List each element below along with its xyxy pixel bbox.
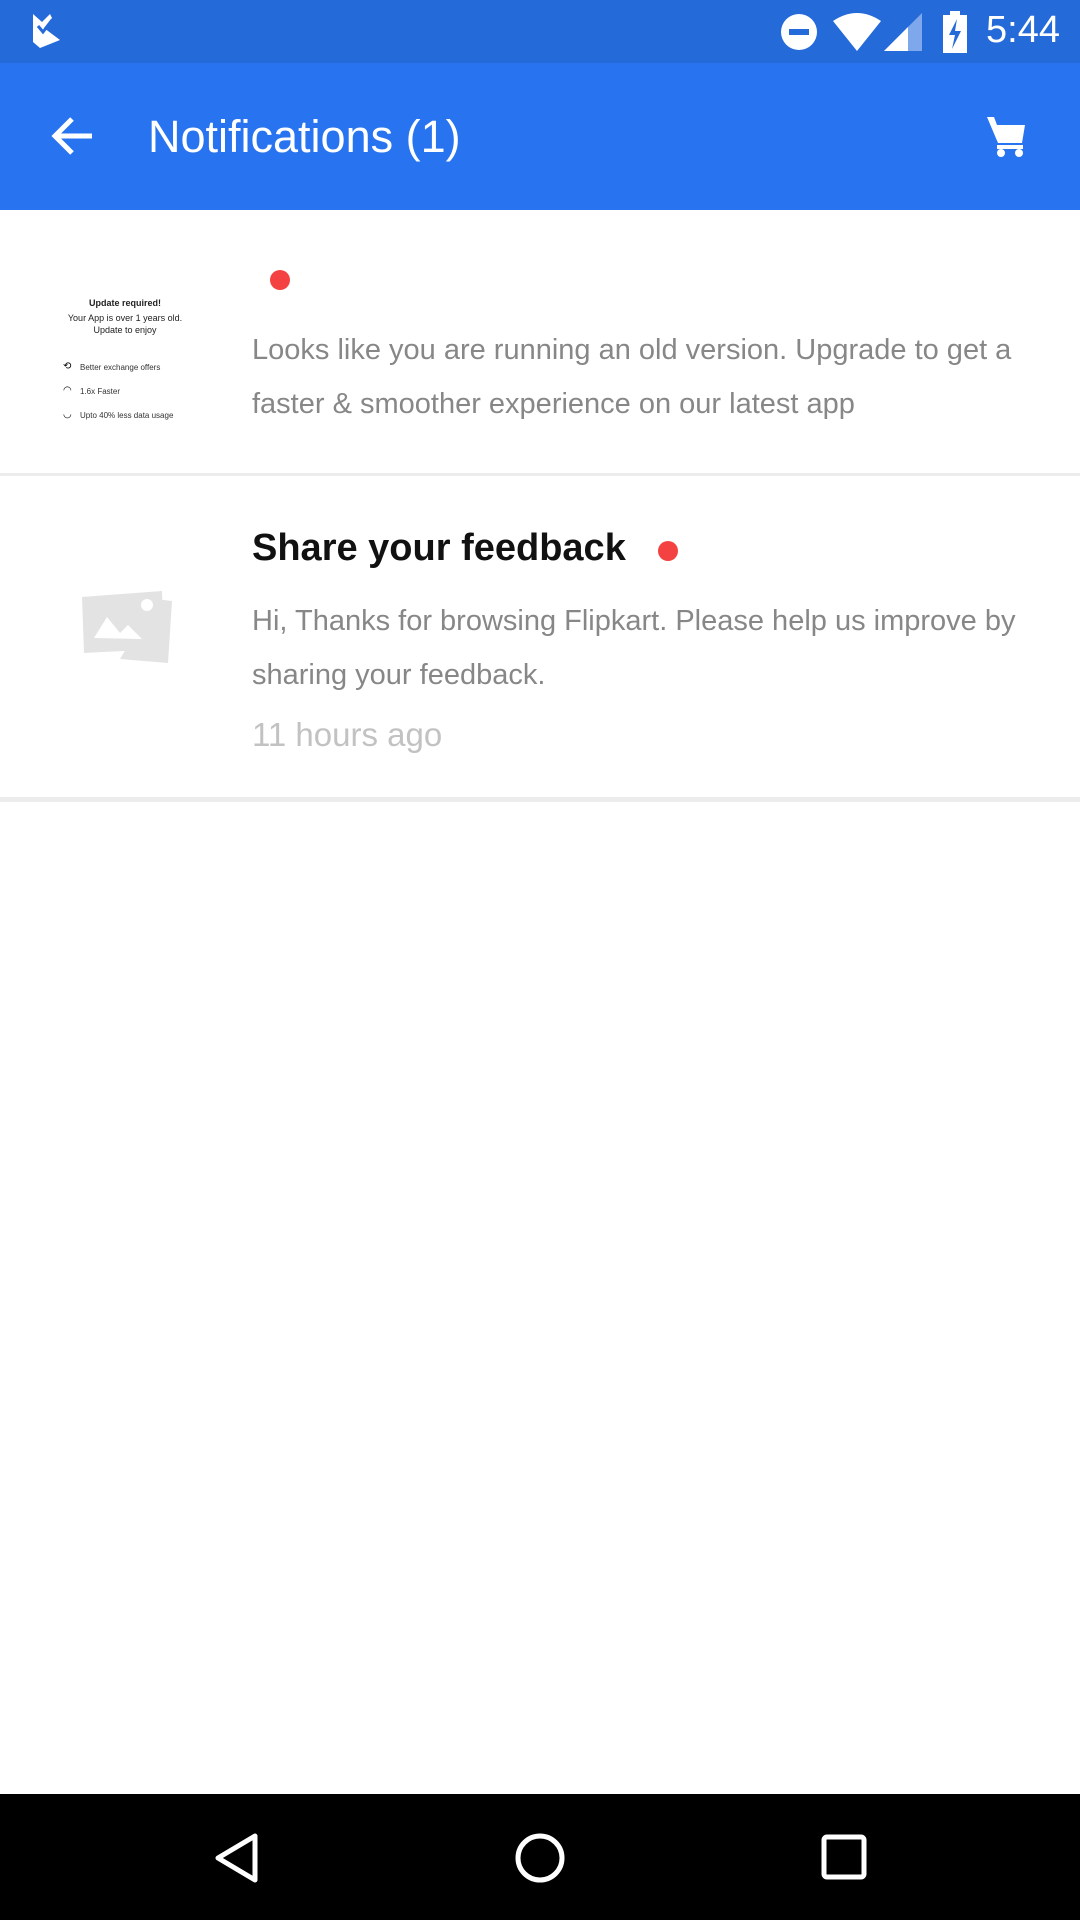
- notification-body: Looks like you are running an old versio…: [252, 334, 1012, 420]
- recents-nav-icon[interactable]: [820, 1833, 868, 1881]
- app-bar: Notifications (1): [0, 63, 1080, 210]
- thumb-feature: 1.6x Faster: [80, 387, 121, 396]
- status-time: 5:44: [986, 9, 1060, 51]
- wifi-icon: [833, 13, 881, 51]
- back-nav-icon[interactable]: [213, 1832, 261, 1884]
- signal-icon: [884, 13, 922, 51]
- unread-dot: [658, 541, 678, 561]
- notification-body: Hi, Thanks for browsing Flipkart. Please…: [252, 605, 1016, 691]
- flipkart-check-icon: [33, 14, 60, 48]
- notification-update[interactable]: Update required! Your App is over 1 year…: [0, 210, 1080, 476]
- image-placeholder-icon: [82, 591, 172, 663]
- battery-charging-icon: [943, 11, 967, 53]
- notification-feedback[interactable]: Share your feedback Hi, Thanks for brows…: [0, 479, 1080, 802]
- wifi-small-icon: ◡: [63, 409, 72, 420]
- speed-icon: ◠: [63, 385, 72, 396]
- thumb-line2: Update to enjoy: [93, 325, 157, 335]
- exchange-icon: ⟲: [63, 361, 72, 372]
- status-bar: 5:44: [0, 0, 1080, 63]
- cart-icon[interactable]: [985, 115, 1027, 157]
- page-title: Notifications (1): [148, 111, 461, 162]
- notification-title: Share your feedback: [252, 527, 626, 569]
- thumb-feature: Better exchange offers: [80, 363, 161, 372]
- home-nav-icon[interactable]: [513, 1831, 567, 1885]
- notification-time: 11 hours ago: [252, 716, 443, 753]
- back-arrow-icon[interactable]: [50, 113, 96, 159]
- thumb-feature: Upto 40% less data usage: [80, 411, 174, 420]
- thumb-heading: Update required!: [88, 298, 161, 308]
- navigation-bar: [0, 1794, 1080, 1920]
- update-thumbnail: Update required! Your App is over 1 year…: [55, 290, 195, 440]
- unread-dot: [270, 270, 290, 290]
- do-not-disturb-icon: [781, 14, 817, 50]
- thumb-line1: Your App is over 1 years old.: [67, 313, 183, 323]
